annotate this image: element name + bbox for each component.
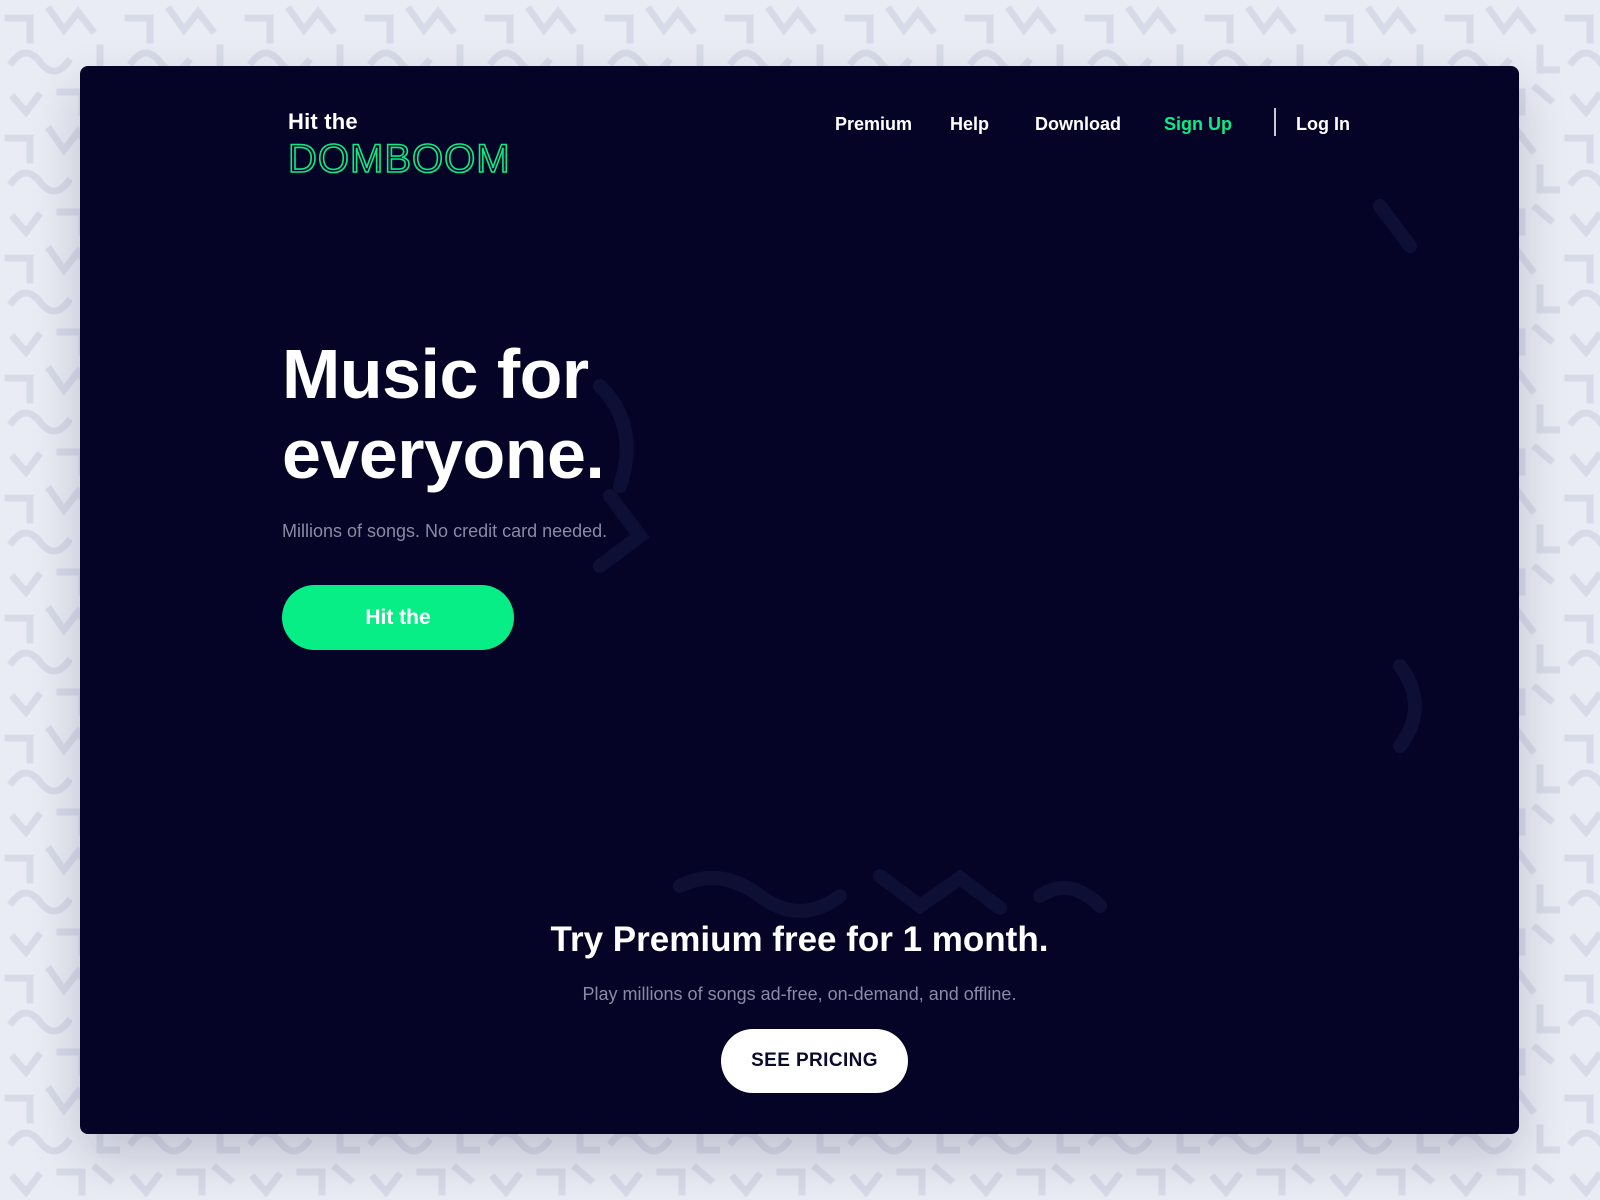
nav-help[interactable]: Help <box>950 108 989 140</box>
promo-title: Try Premium free for 1 month. <box>550 920 1049 959</box>
logo[interactable]: Hit the DOMBOOM <box>288 108 528 178</box>
promo-subtitle: Play millions of songs ad-free, on-deman… <box>582 984 1017 1004</box>
nav-premium[interactable]: Premium <box>835 108 912 140</box>
hero-subtitle: Millions of songs. No credit card needed… <box>282 521 608 541</box>
nav-log-in[interactable]: Log In <box>1296 108 1350 140</box>
logo-tagline: Hit the <box>288 109 358 134</box>
hero-cta-button[interactable]: Hit the <box>282 585 514 650</box>
see-pricing-button[interactable]: SEE PRICING <box>721 1029 908 1093</box>
logo-wordmark-text: DOMBOOM <box>288 138 511 178</box>
nav-divider <box>1274 108 1276 136</box>
logo-wordmark: DOMBOOM <box>288 138 511 178</box>
hero-title-line-2: everyone. <box>282 415 605 493</box>
browser-window: Hit the DOMBOOM Premium Help Download Si… <box>80 66 1519 1134</box>
hero-title: Music for everyone. <box>282 334 802 494</box>
nav-sign-up[interactable]: Sign Up <box>1164 108 1232 140</box>
nav-download[interactable]: Download <box>1035 108 1121 140</box>
hero-title-line-1: Music for <box>282 335 589 413</box>
